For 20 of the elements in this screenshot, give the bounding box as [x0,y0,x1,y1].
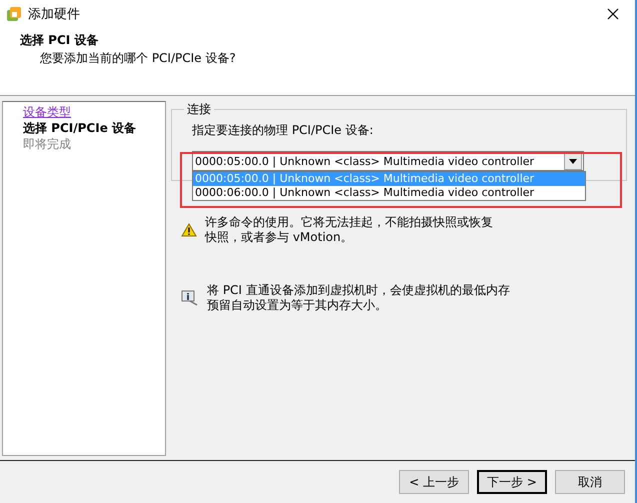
wizard-step[interactable]: 设备类型 [23,104,165,120]
wizard-button[interactable]: < 上一步 [399,470,469,494]
close-icon[interactable] [607,8,619,20]
warning-icon [181,223,197,237]
window-title: 添加硬件 [28,6,81,23]
note-text: 预留自动设置为等于其内存大小。 [207,298,388,313]
page-subtitle: 您要添加当前的哪个 PCI/PCIe 设备? [39,50,237,67]
device-prompt: 指定要连接的物理 PCI/PCIe 设备: [192,122,374,139]
wizard-step: 即将完成 [23,136,165,152]
page-title: 选择 PCI 设备 [20,32,100,49]
caret-icon [569,158,577,164]
app-logo-icon [6,6,22,22]
note-text: 快照，或者参与 vMotion。 [205,230,354,245]
wizard-button[interactable]: 取消 [555,470,625,494]
wizard-step: 选择 PCI/PCIe 设备 [23,120,165,136]
note-text: 许多命令的使用。它将无法挂起，不能拍摄快照或恢复 [205,215,493,230]
wizard-button[interactable]: 下一步 > [477,470,547,494]
note-text: 将 PCI 直通设备添加到虚拟机时，会使虚拟机的最低内存 [207,283,510,298]
info-icon [181,290,199,306]
group-title: 连接 [186,101,212,118]
